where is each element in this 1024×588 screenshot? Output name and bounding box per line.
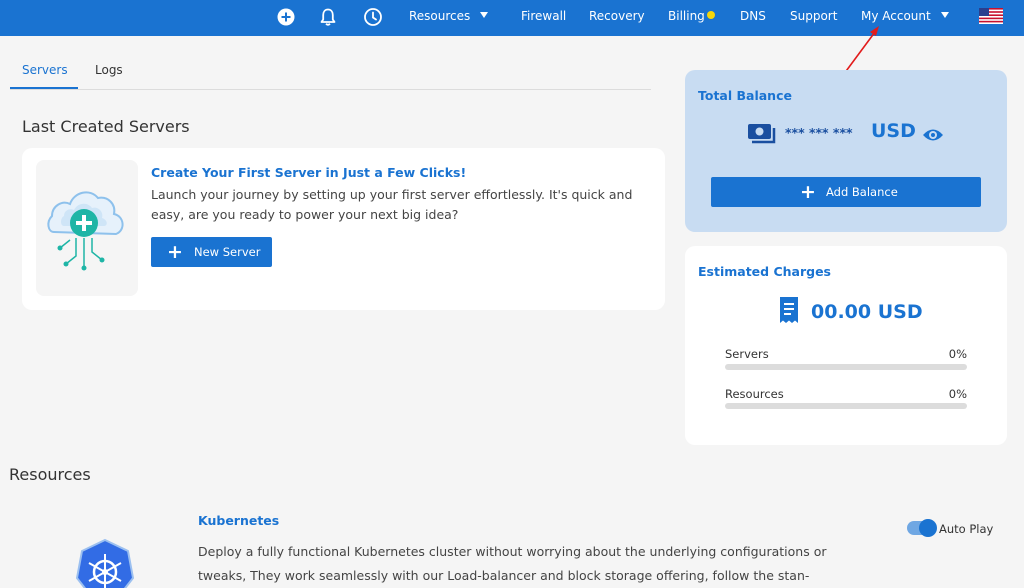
us-flag-icon[interactable]	[979, 8, 1003, 24]
chevron-down-icon	[940, 12, 949, 18]
nav-recovery[interactable]: Recovery	[589, 0, 645, 36]
last-created-servers-heading: Last Created Servers	[22, 117, 190, 136]
add-balance-button[interactable]: + Add Balance	[711, 177, 981, 207]
masked-balance: *** *** ***	[785, 125, 853, 140]
auto-play-toggle[interactable]	[907, 519, 937, 537]
nav-billing-label: Billing	[668, 9, 705, 23]
resources-progress-bar	[725, 403, 967, 409]
servers-bar-label: Servers	[725, 347, 769, 361]
first-server-description: Launch your journey by setting up your f…	[151, 187, 633, 222]
nav-dns[interactable]: DNS	[740, 0, 766, 36]
nav-resources-label: Resources	[409, 9, 471, 23]
first-server-title: Create Your First Server in Just a Few C…	[151, 165, 467, 180]
eye-icon[interactable]	[922, 127, 944, 143]
plus-icon: +	[800, 181, 816, 203]
new-server-label: New Server	[194, 245, 261, 259]
total-balance-card: Total Balance *** *** *** USD + Add Bala…	[685, 70, 1007, 232]
kubernetes-description: Deploy a fully functional Kubernetes clu…	[198, 544, 827, 583]
balance-currency: USD	[871, 120, 916, 142]
add-balance-label: Add Balance	[826, 185, 898, 199]
resources-bar-label: Resources	[725, 387, 784, 401]
resources-bar-percent: 0%	[948, 387, 967, 401]
new-server-button[interactable]: + New Server	[151, 237, 272, 267]
cloud-server-icon	[47, 191, 124, 271]
plus-icon: +	[167, 241, 183, 263]
estimated-charges-title: Estimated Charges	[698, 264, 831, 279]
estimated-charges-card: Estimated Charges 00.00 USD Servers 0% R…	[685, 246, 1007, 445]
auto-play-label: Auto Play	[939, 522, 994, 536]
cloud-illustration	[36, 160, 138, 296]
chevron-down-icon	[480, 12, 489, 18]
nav-resources[interactable]: Resources	[409, 0, 489, 36]
nav-firewall[interactable]: Firewall	[521, 0, 566, 36]
servers-progress-bar	[725, 364, 967, 370]
servers-bar-percent: 0%	[948, 347, 967, 361]
total-balance-title: Total Balance	[698, 88, 792, 103]
clock-icon[interactable]	[363, 7, 383, 27]
kubernetes-icon	[76, 538, 134, 588]
tab-bar: Servers Logs	[10, 52, 651, 90]
estimated-amount: 00.00 USD	[811, 301, 923, 323]
nav-my-account-label: My Account	[861, 9, 931, 23]
tab-servers[interactable]: Servers	[22, 63, 68, 77]
active-tab-indicator	[10, 87, 78, 89]
notification-dot	[706, 11, 715, 19]
nav-billing[interactable]: Billing	[668, 0, 715, 36]
kubernetes-title[interactable]: Kubernetes	[198, 513, 279, 528]
receipt-icon	[780, 297, 798, 323]
first-server-card: Create Your First Server in Just a Few C…	[22, 148, 665, 310]
toggle-knob	[919, 519, 937, 537]
money-icon	[748, 124, 776, 144]
bell-icon[interactable]	[318, 7, 338, 27]
tab-logs[interactable]: Logs	[95, 63, 123, 77]
resources-heading: Resources	[9, 465, 91, 484]
add-circle-icon[interactable]	[276, 7, 296, 27]
